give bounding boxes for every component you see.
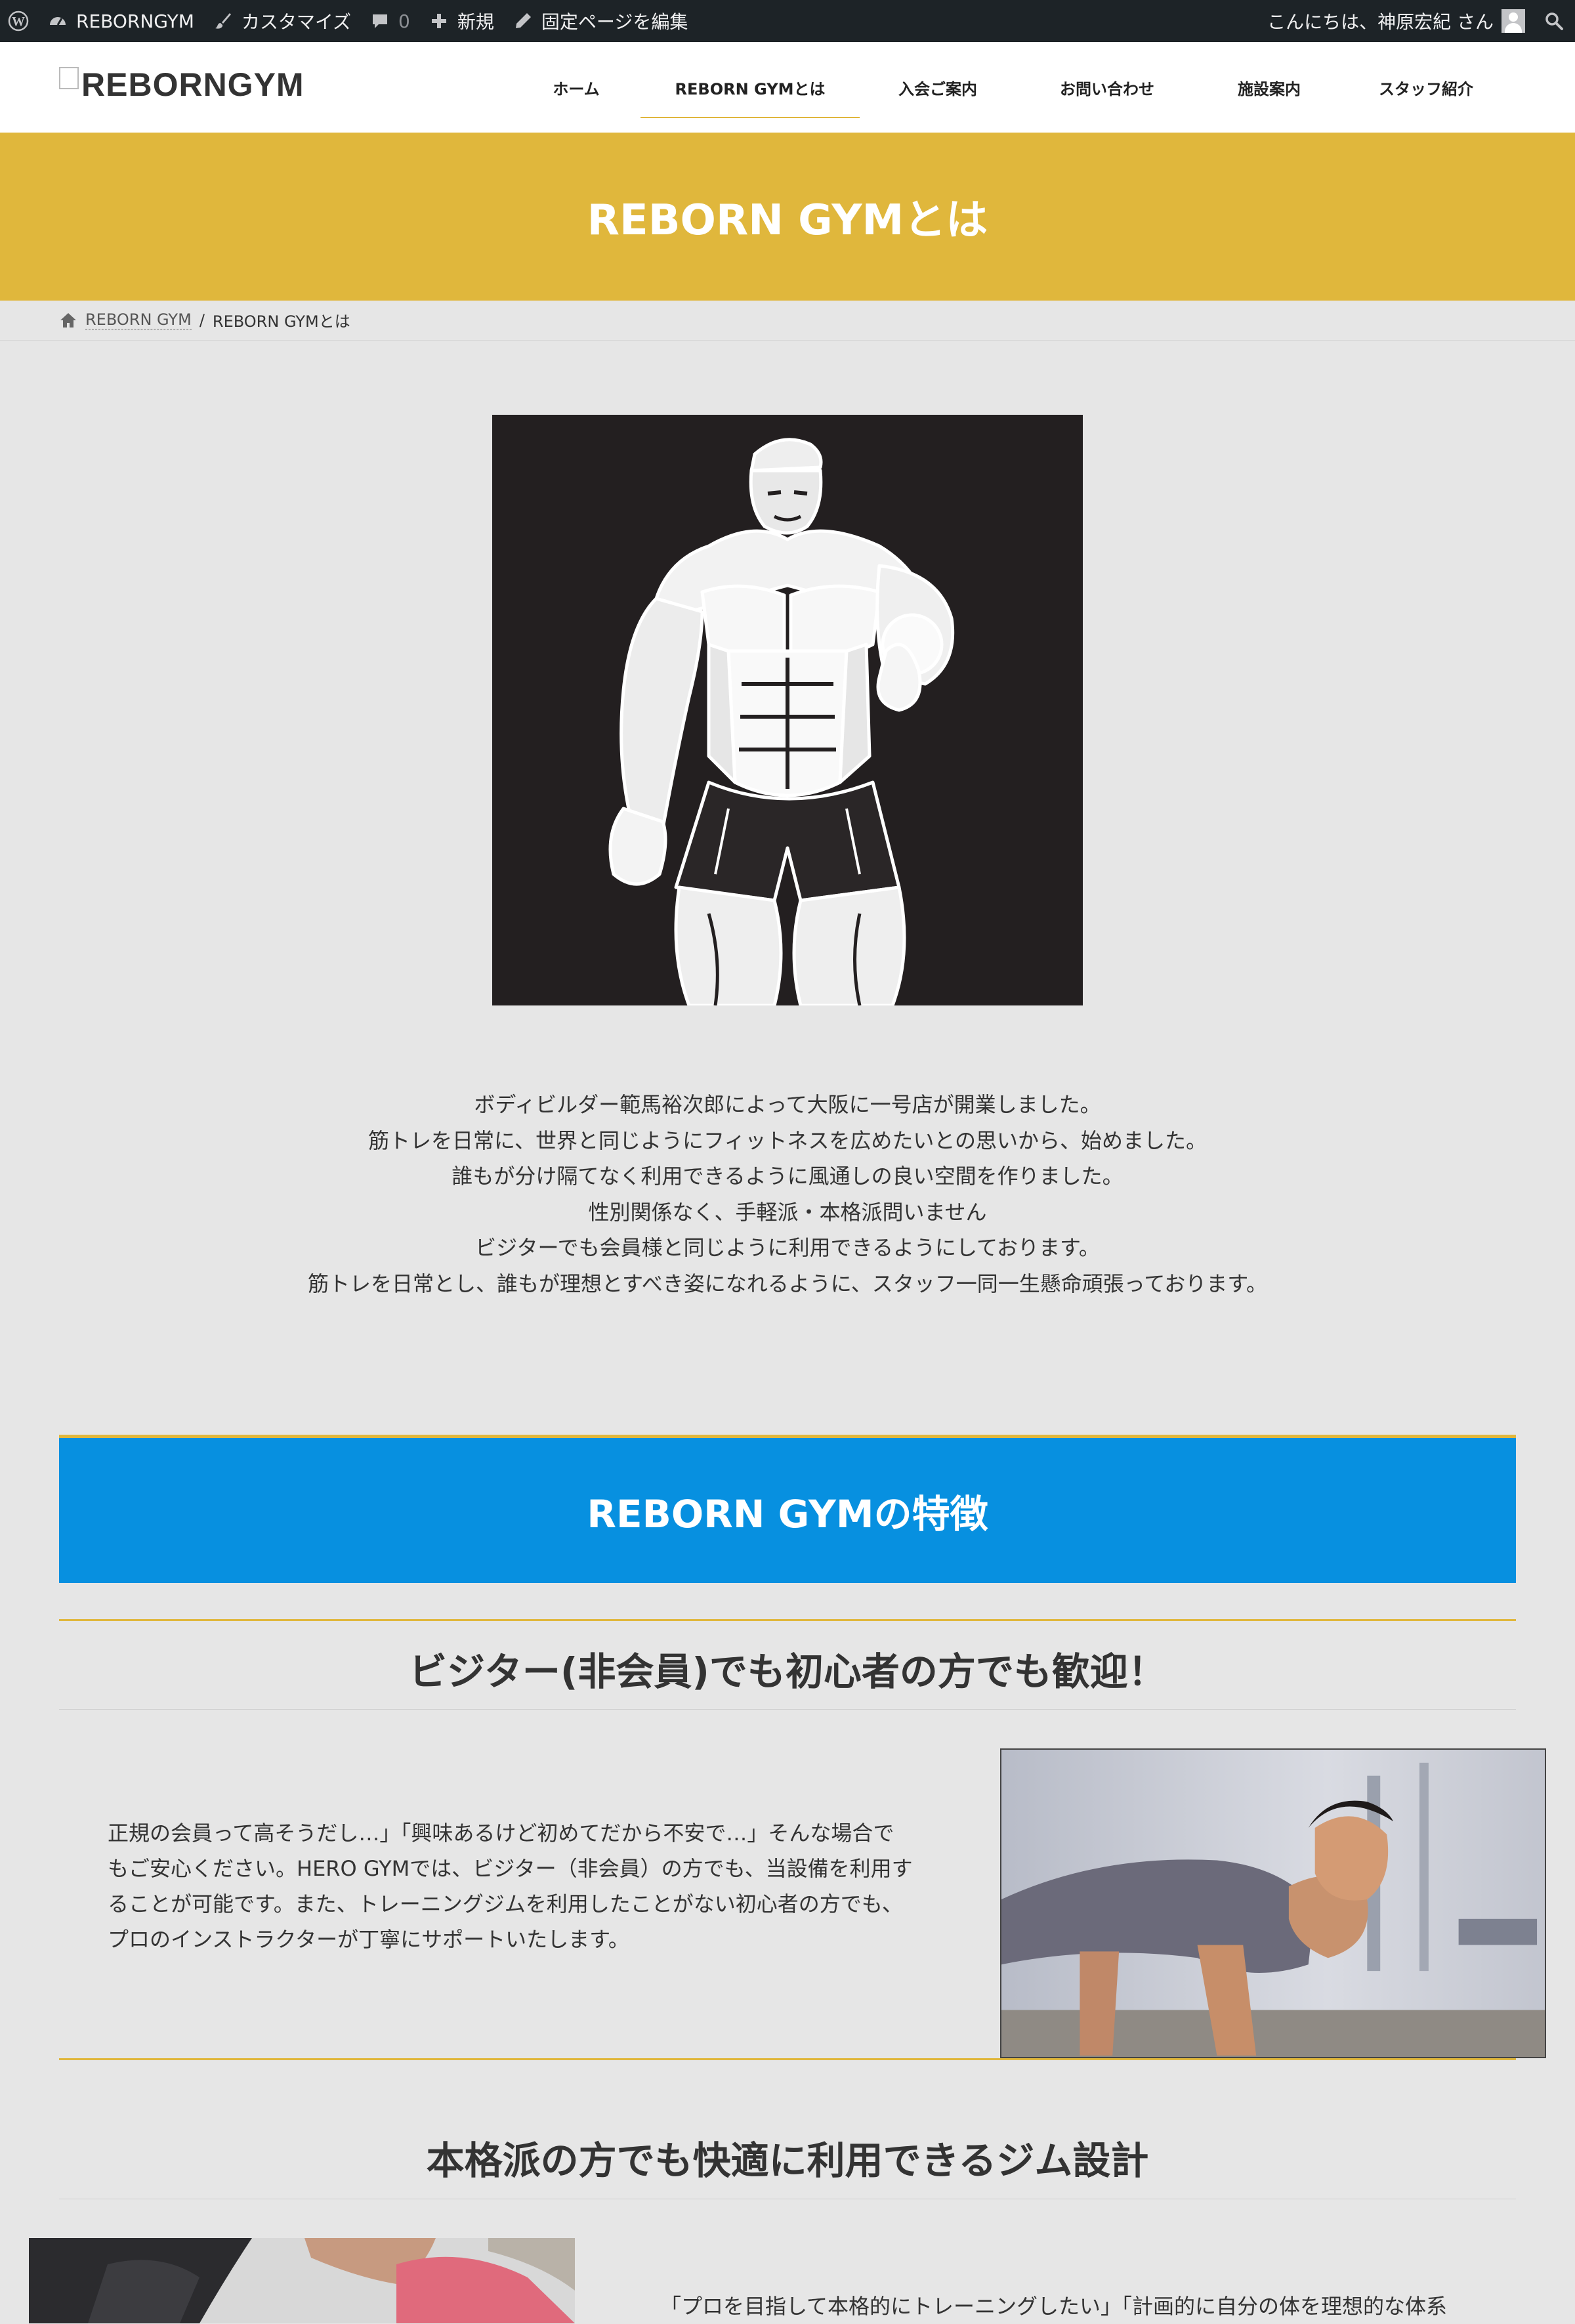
- intro-line: ボディビルダー範馬裕次郎によって大阪に一号店が開業しました。: [474, 1092, 1101, 1117]
- site-name-menu[interactable]: REBORNGYM: [38, 0, 203, 42]
- logo-text: REBORNGYM: [81, 66, 304, 103]
- training-photo: [29, 2238, 575, 2323]
- features-title: REBORN GYMの特徴: [587, 1491, 988, 1536]
- nav-item-contact[interactable]: お問い合わせ: [1016, 42, 1198, 133]
- nav-item-staff[interactable]: スタッフ紹介: [1340, 42, 1512, 133]
- pushup-photo-image: [1001, 1750, 1545, 2057]
- wordpress-icon: W: [8, 11, 29, 32]
- dashboard-icon: [50, 17, 66, 26]
- site-header: REBORNGYM ホーム REBORN GYMとは 入会ご案内 お問い合わせ …: [0, 42, 1575, 133]
- site-logo[interactable]: REBORNGYM: [59, 66, 304, 104]
- intro-line: 筋トレを日常に、世界と同じようにフィットネスを広めたいとの思いから、始めました。: [368, 1128, 1208, 1153]
- svg-text:W: W: [12, 14, 25, 29]
- page-title: REBORN GYMとは: [587, 196, 988, 245]
- customize-label: カスタマイズ: [241, 11, 352, 33]
- breadcrumb-divider: [0, 340, 1575, 341]
- new-label: 新規: [457, 11, 494, 33]
- feature-heading-serious: 本格派の方でも快適に利用できるジム設計: [426, 2138, 1149, 2183]
- search-icon: [1545, 12, 1563, 30]
- feature-text-visitors: 正規の会員って高そうだし…」「興味あるけど初めてだから不安で…」そんな場合で も…: [108, 1815, 928, 1957]
- breadcrumb-home-link[interactable]: REBORN GYM: [85, 310, 192, 329]
- nav-item-facilities[interactable]: 施設案内: [1198, 42, 1340, 133]
- bodybuilder-drawing: [492, 415, 1083, 1005]
- wordpress-menu[interactable]: W: [0, 0, 38, 42]
- intro-line: 性別関係なく、手軽派・本格派問いません: [588, 1199, 987, 1225]
- breadcrumb-separator: /: [199, 310, 205, 329]
- features-banner: REBORN GYMの特徴: [59, 1435, 1516, 1583]
- comments-menu[interactable]: 0: [360, 0, 419, 42]
- new-content-menu[interactable]: 新規: [419, 0, 503, 42]
- nav-item-about[interactable]: REBORN GYMとは: [640, 42, 860, 133]
- nav-label: 施設案内: [1238, 79, 1301, 98]
- greeting-label: こんにちは、神原宏紀 さん: [1267, 11, 1494, 33]
- bodybuilder-illustration: [492, 415, 1083, 1005]
- section-divider: [59, 2058, 1516, 2060]
- comment-bubble-icon: [373, 14, 388, 28]
- section-divider: [59, 1709, 1516, 1710]
- feature-heading-visitors: ビジター(非会員)でも初心者の方でも歓迎！: [409, 1649, 1166, 1694]
- pushup-photo: [1000, 1748, 1546, 2058]
- broken-image-icon: [59, 67, 79, 89]
- edit-page-label: 固定ページを編集: [541, 11, 688, 33]
- nav-label: ホーム: [553, 79, 600, 98]
- intro-line: 筋トレを日常とし、誰もが理想とすべき姿になれるように、スタッフ一同一生懸命頑張っ…: [307, 1271, 1268, 1296]
- nav-label: REBORN GYMとは: [675, 79, 826, 98]
- feature-text-line: ることが可能です。また、トレーニングジムを利用したことがない初心者の方でも、: [108, 1891, 903, 1916]
- nav-item-membership[interactable]: 入会ご案内: [860, 42, 1016, 133]
- paintbrush-icon: [215, 13, 231, 29]
- admin-bar: W REBORNGYM カスタマイズ 0 新規 固定ページを編集 こんにちは、神…: [0, 0, 1575, 42]
- section-divider: [59, 1619, 1516, 1621]
- breadcrumb: REBORN GYM / REBORN GYMとは: [59, 308, 350, 331]
- nav-label: お問い合わせ: [1060, 79, 1154, 98]
- avatar: [1502, 9, 1525, 33]
- plus-icon: [431, 14, 446, 28]
- feature-text-line: 「プロを目指して本格的にトレーニングしたい」「計画的に自分の体を理想的な体系: [660, 2294, 1448, 2319]
- nav-label: 入会ご案内: [898, 79, 977, 98]
- my-account-menu[interactable]: こんにちは、神原宏紀 さん: [1258, 0, 1534, 42]
- customize-menu[interactable]: カスタマイズ: [203, 0, 360, 42]
- intro-text: ボディビルダー範馬裕次郎によって大阪に一号店が開業しました。 筋トレを日常に、世…: [0, 1087, 1575, 1301]
- feature-text-line: 正規の会員って高そうだし…」「興味あるけど初めてだから不安で…」そんな場合で: [108, 1821, 894, 1846]
- feature-text-line: もご安心ください。HERO GYMでは、ビジター（非会員）の方でも、当設備を利用…: [108, 1856, 913, 1881]
- training-photo-image: [29, 2238, 575, 2323]
- pencil-icon: [515, 13, 531, 28]
- comments-count: 0: [398, 10, 410, 32]
- page-title-banner: REBORN GYMとは: [0, 133, 1575, 301]
- breadcrumb-current: REBORN GYMとは: [212, 312, 350, 331]
- nav-item-home[interactable]: ホーム: [512, 42, 640, 133]
- feature-text-serious: 「プロを目指して本格的にトレーニングしたい」「計画的に自分の体を理想的な体系: [660, 2289, 1526, 2324]
- global-nav: ホーム REBORN GYMとは 入会ご案内 お問い合わせ 施設案内 スタッフ紹…: [512, 42, 1512, 133]
- intro-line: 誰もが分け隔てなく利用できるように風通しの良い空間を作りました。: [452, 1164, 1124, 1189]
- intro-line: ビジターでも会員様と同じように利用できるようにしております。: [475, 1235, 1100, 1260]
- nav-label: スタッフ紹介: [1379, 79, 1473, 98]
- site-name-label: REBORNGYM: [76, 10, 194, 32]
- home-icon: [60, 312, 76, 327]
- feature-text-line: プロのインストラクターが丁寧にサポートいたします。: [108, 1927, 629, 1952]
- edit-page-menu[interactable]: 固定ページを編集: [503, 0, 697, 42]
- admin-search[interactable]: [1534, 0, 1575, 42]
